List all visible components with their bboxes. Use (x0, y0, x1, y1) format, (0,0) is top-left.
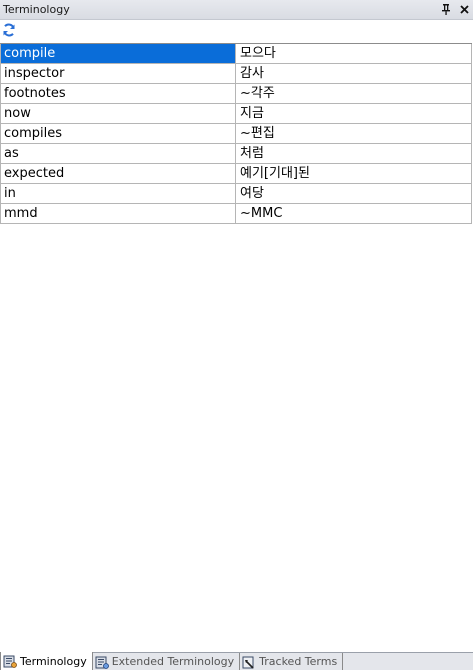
translation-cell[interactable]: ~각주 (236, 84, 472, 103)
table-row[interactable]: footnotes ~각주 (0, 84, 472, 104)
table-row[interactable]: in 여당 (0, 184, 472, 204)
table-row[interactable]: compile 모으다 (0, 44, 472, 64)
table-row[interactable]: compiles ~편집 (0, 124, 472, 144)
close-icon[interactable] (457, 2, 471, 16)
translation-cell[interactable]: 모으다 (236, 44, 472, 63)
table-row[interactable]: now 지금 (0, 104, 472, 124)
pin-icon[interactable] (439, 2, 453, 16)
tab-terminology[interactable]: Terminology (0, 652, 93, 670)
panel-title-bar: Terminology (0, 0, 473, 20)
table-row[interactable]: expected 예기[기대]된 (0, 164, 472, 184)
term-cell[interactable]: footnotes (0, 84, 236, 103)
term-cell[interactable]: as (0, 144, 236, 163)
terminology-icon (3, 654, 17, 668)
term-cell[interactable]: inspector (0, 64, 236, 83)
table-row[interactable]: inspector 감사 (0, 64, 472, 84)
tab-label: Extended Terminology (111, 655, 235, 668)
tab-tracked-terms[interactable]: Tracked Terms (240, 653, 344, 670)
term-cell[interactable]: compiles (0, 124, 236, 143)
translation-cell[interactable]: ~편집 (236, 124, 472, 143)
table-row[interactable]: as 처럼 (0, 144, 472, 164)
panel-title: Terminology (3, 3, 70, 16)
translation-cell[interactable]: 처럼 (236, 144, 472, 163)
translation-cell[interactable]: 예기[기대]된 (236, 164, 472, 183)
translation-cell[interactable]: ~MMC (236, 204, 472, 223)
toolbar (0, 20, 473, 43)
translation-cell[interactable]: 감사 (236, 64, 472, 83)
tab-extended-terminology[interactable]: Extended Terminology (93, 653, 241, 670)
tab-label: Terminology (20, 654, 87, 668)
translation-cell[interactable]: 여당 (236, 184, 472, 203)
tracked-terms-icon (242, 655, 256, 669)
terminology-grid: compile 모으다 inspector 감사 footnotes ~각주 now 지금 co… (0, 43, 472, 224)
tab-label: Tracked Terms (259, 655, 338, 668)
term-cell[interactable]: mmd (0, 204, 236, 223)
term-cell[interactable]: in (0, 184, 236, 203)
extended-terminology-icon (95, 655, 109, 669)
term-cell[interactable]: now (0, 104, 236, 123)
refresh-icon[interactable] (1, 22, 17, 38)
table-row[interactable]: mmd ~MMC (0, 204, 472, 224)
bottom-tab-bar: Terminology Extended Terminology Tracked… (0, 652, 473, 670)
term-cell[interactable]: compile (0, 44, 236, 63)
translation-cell[interactable]: 지금 (236, 104, 472, 123)
term-cell[interactable]: expected (0, 164, 236, 183)
